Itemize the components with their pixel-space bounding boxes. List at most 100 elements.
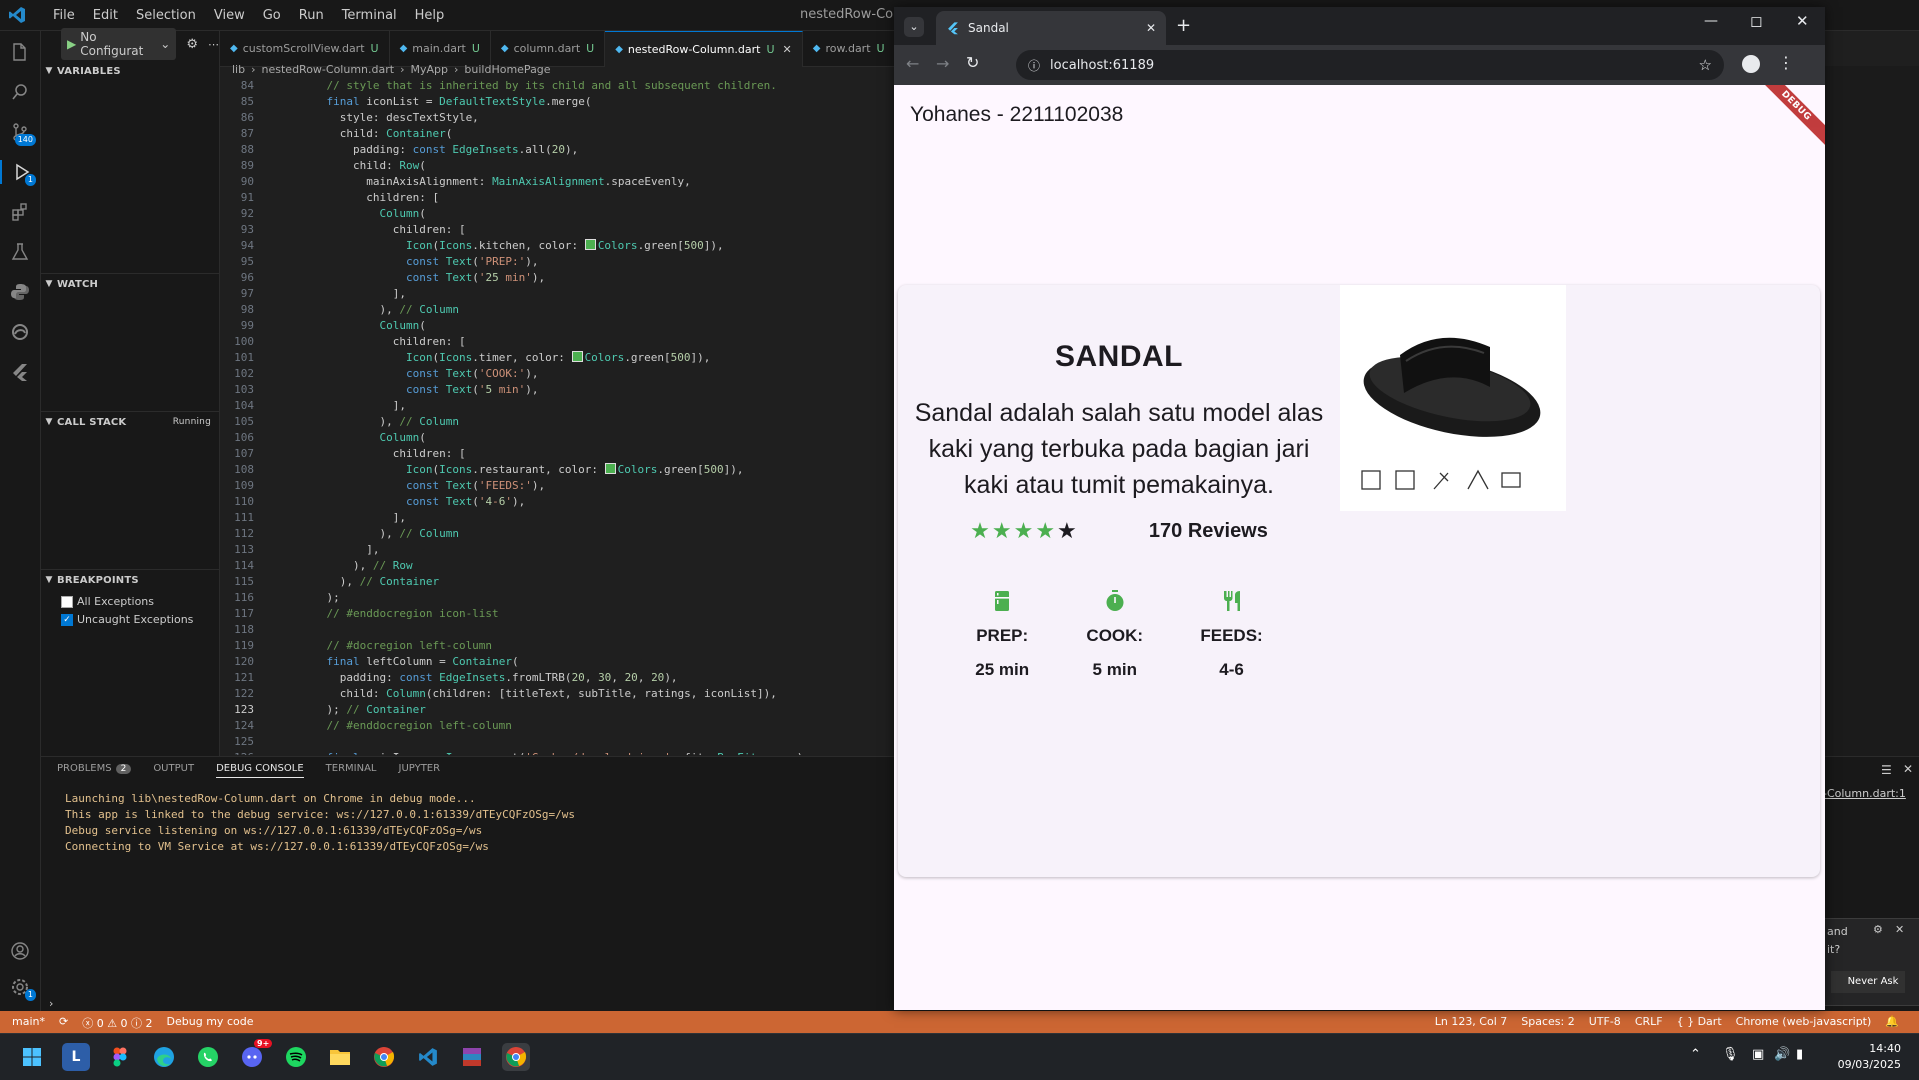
code-line[interactable]: 107 children: [ bbox=[220, 446, 904, 462]
breadcrumb-file[interactable]: nestedRow-Column.dart bbox=[262, 63, 395, 76]
flutter-icon[interactable] bbox=[8, 360, 32, 384]
panel-tab-debug-console[interactable]: DEBUG CONSOLE bbox=[216, 763, 304, 778]
minimap[interactable] bbox=[1823, 66, 1919, 756]
explorer-icon[interactable] bbox=[8, 40, 32, 64]
figma-icon[interactable] bbox=[106, 1043, 134, 1071]
never-ask-button[interactable]: Never Ask bbox=[1841, 971, 1905, 993]
profile-avatar[interactable] bbox=[1742, 55, 1760, 73]
code-line[interactable]: 108 Icon(Icons.restaurant, color: Colors… bbox=[220, 462, 904, 478]
code-line[interactable]: 98 ), // Column bbox=[220, 302, 904, 318]
menu-run[interactable]: Run bbox=[290, 8, 333, 23]
code-line[interactable]: 87 child: Container( bbox=[220, 126, 904, 142]
windows-start-icon[interactable] bbox=[18, 1043, 46, 1071]
whatsapp-icon[interactable] bbox=[194, 1043, 222, 1071]
bookmark-star-icon[interactable]: ☆ bbox=[1699, 56, 1712, 74]
debug-settings-gear-icon[interactable]: ⚙ bbox=[186, 37, 198, 52]
new-tab-icon[interactable]: + bbox=[1176, 15, 1191, 36]
address-bar[interactable]: ⓘ localhost:61189 ☆ bbox=[1016, 50, 1724, 80]
volume-icon[interactable]: 🔊 bbox=[1774, 1047, 1790, 1062]
chrome-tab-sandal[interactable]: Sandal ✕ bbox=[936, 11, 1166, 45]
breakpoints-section-header[interactable]: ▼ BREAKPOINTS bbox=[41, 569, 219, 590]
code-line[interactable]: 103 const Text('5 min'), bbox=[220, 382, 904, 398]
code-line[interactable]: 126 final mainImage = Image.asset('Gamba… bbox=[220, 750, 904, 755]
code-line[interactable]: 95 const Text('PREP:'), bbox=[220, 254, 904, 270]
menu-selection[interactable]: Selection bbox=[127, 8, 205, 23]
source-control-icon[interactable]: 140 bbox=[8, 120, 36, 146]
battery-icon[interactable]: ▮ bbox=[1796, 1047, 1803, 1062]
menu-terminal[interactable]: Terminal bbox=[333, 8, 406, 23]
encoding-status[interactable]: UTF-8 bbox=[1589, 1015, 1621, 1028]
code-line[interactable]: 93 children: [ bbox=[220, 222, 904, 238]
code-line[interactable]: 100 children: [ bbox=[220, 334, 904, 350]
python-icon[interactable] bbox=[8, 280, 32, 304]
vscode-taskbar-icon[interactable] bbox=[414, 1043, 442, 1071]
code-line[interactable]: 112 ), // Column bbox=[220, 526, 904, 542]
site-info-icon[interactable]: ⓘ bbox=[1028, 57, 1040, 74]
menu-edit[interactable]: Edit bbox=[84, 8, 127, 23]
code-line[interactable]: 84 // style that is inherited by its chi… bbox=[220, 78, 904, 94]
code-line[interactable]: 102 const Text('COOK:'), bbox=[220, 366, 904, 382]
code-line[interactable]: 114 ), // Row bbox=[220, 558, 904, 574]
taskbar-clock[interactable]: 14:40 09/03/2025 bbox=[1838, 1041, 1901, 1073]
code-line[interactable]: 118 bbox=[220, 622, 904, 638]
code-editor[interactable]: 84 // style that is inherited by its chi… bbox=[220, 78, 904, 755]
breadcrumb-lib[interactable]: lib bbox=[232, 63, 245, 76]
toast-settings-gear-icon[interactable]: ⚙ bbox=[1873, 923, 1883, 936]
breadcrumb-class[interactable]: MyApp bbox=[410, 63, 448, 76]
problems-status[interactable]: ⓧ 0 ⚠ 0 ⓘ 2 bbox=[82, 1015, 152, 1031]
code-line[interactable]: 91 children: [ bbox=[220, 190, 904, 206]
code-line[interactable]: 113 ], bbox=[220, 542, 904, 558]
code-line[interactable]: 94 Icon(Icons.kitchen, color: Colors.gre… bbox=[220, 238, 904, 254]
sync-icon[interactable]: ⟳ bbox=[59, 1015, 68, 1031]
code-line[interactable]: 125 bbox=[220, 734, 904, 750]
uncaught-exceptions-checkbox[interactable]: ✓ bbox=[61, 613, 73, 626]
menu-view[interactable]: View bbox=[205, 8, 254, 23]
variables-section-header[interactable]: ▼ VARIABLES bbox=[41, 61, 219, 81]
l-app-icon[interactable]: L bbox=[62, 1043, 90, 1071]
manage-gear-icon[interactable]: 1 bbox=[8, 975, 36, 1001]
eol-status[interactable]: CRLF bbox=[1635, 1015, 1663, 1028]
code-line[interactable]: 116 ); bbox=[220, 590, 904, 606]
code-line[interactable]: 88 padding: const EdgeInsets.all(20), bbox=[220, 142, 904, 158]
code-line[interactable]: 120 final leftColumn = Container( bbox=[220, 654, 904, 670]
code-line[interactable]: 117 // #enddocregion icon-list bbox=[220, 606, 904, 622]
run-debug-icon[interactable]: 1 bbox=[0, 160, 40, 186]
back-arrow-icon[interactable]: ← bbox=[906, 54, 919, 73]
tab-search-chevron-icon[interactable]: ⌄ bbox=[904, 17, 924, 37]
accounts-icon[interactable] bbox=[8, 939, 32, 963]
spotify-icon[interactable] bbox=[282, 1043, 310, 1071]
winrar-icon[interactable] bbox=[458, 1043, 486, 1071]
code-line[interactable]: 85 final iconList = DefaultTextStyle.mer… bbox=[220, 94, 904, 110]
more-actions-icon[interactable]: ⋯ bbox=[208, 38, 219, 51]
edge-icon[interactable] bbox=[150, 1043, 178, 1071]
code-line[interactable]: 99 Column( bbox=[220, 318, 904, 334]
edge-devtools-icon[interactable] bbox=[8, 320, 32, 344]
breadcrumb-method[interactable]: buildHomePage bbox=[464, 63, 550, 76]
code-line[interactable]: 104 ], bbox=[220, 398, 904, 414]
branch-status[interactable]: main* bbox=[12, 1015, 45, 1031]
indentation-status[interactable]: Spaces: 2 bbox=[1521, 1015, 1574, 1028]
code-line[interactable]: 110 const Text('4-6'), bbox=[220, 494, 904, 510]
console-source-link[interactable]: -Column.dart:1 bbox=[1823, 787, 1906, 800]
menu-help[interactable]: Help bbox=[406, 8, 454, 23]
call-stack-section-header[interactable]: ▼ CALL STACK Running bbox=[41, 411, 219, 432]
run-config-dropdown[interactable]: ▶ No Configurat ⌄ bbox=[61, 28, 177, 60]
breakpoint-uncaught-exceptions[interactable]: ✓ Uncaught Exceptions bbox=[61, 613, 193, 626]
panel-tab-jupyter[interactable]: JUPYTER bbox=[399, 763, 441, 778]
code-line[interactable]: 105 ), // Column bbox=[220, 414, 904, 430]
extensions-icon[interactable] bbox=[8, 200, 32, 224]
code-line[interactable]: 90 mainAxisAlignment: MainAxisAlignment.… bbox=[220, 174, 904, 190]
code-line[interactable]: 86 style: descTextStyle, bbox=[220, 110, 904, 126]
code-line[interactable]: 119 // #docregion left-column bbox=[220, 638, 904, 654]
chrome-taskbar-icon[interactable] bbox=[502, 1043, 530, 1071]
search-icon[interactable] bbox=[8, 80, 32, 104]
code-line[interactable]: 89 child: Row( bbox=[220, 158, 904, 174]
language-status[interactable]: { } Dart bbox=[1677, 1015, 1722, 1028]
reload-icon[interactable]: ↻ bbox=[966, 53, 979, 72]
close-window-icon[interactable]: ✕ bbox=[1796, 12, 1809, 30]
discord-icon[interactable]: 9+ bbox=[238, 1039, 273, 1071]
notifications-bell-icon[interactable]: 🔔 bbox=[1885, 1015, 1899, 1028]
code-line[interactable]: 115 ), // Container bbox=[220, 574, 904, 590]
code-line[interactable]: 111 ], bbox=[220, 510, 904, 526]
code-line[interactable]: 97 ], bbox=[220, 286, 904, 302]
